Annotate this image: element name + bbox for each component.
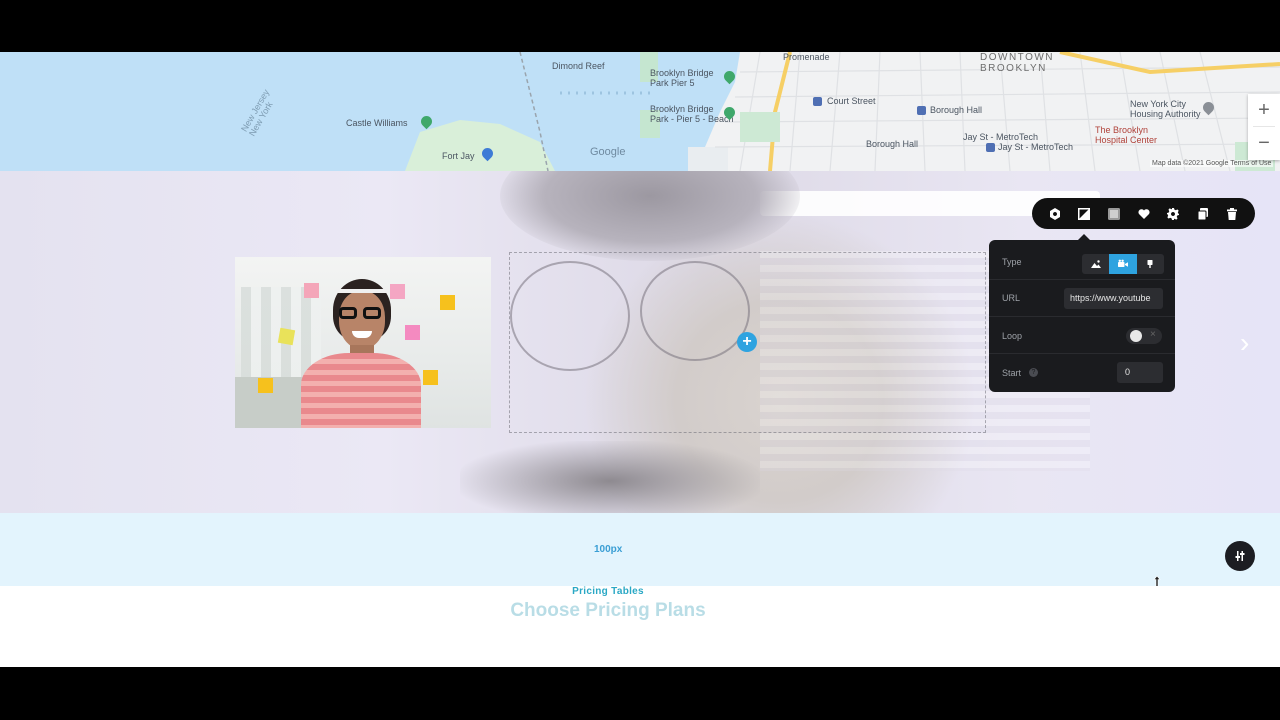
video-camera-icon — [1118, 259, 1128, 269]
map-label-jay-st: Jay St - MetroTech — [963, 132, 1038, 142]
letterbox-top — [0, 0, 1280, 52]
background-icon — [1078, 208, 1090, 220]
pricing-eyebrow: Pricing Tables — [0, 586, 1216, 597]
map-label-castle-williams: Castle Williams — [346, 118, 408, 128]
map-label-pier5-beach: Brooklyn Bridge Park - Pier 5 - Beach — [650, 104, 734, 124]
map-label-court-street: Court Street — [827, 96, 876, 106]
panel-row-start: Start ? 0 — [989, 354, 1175, 391]
spacer-section[interactable]: 100px — [0, 513, 1280, 586]
woman-headband — [335, 289, 389, 293]
element-toolbar — [1032, 198, 1255, 229]
color-bucket-icon — [1145, 259, 1155, 269]
toolbar-background-button[interactable] — [1070, 198, 1100, 229]
map-label-borough-hall: Borough Hall — [930, 105, 982, 115]
type-selector — [1082, 254, 1164, 274]
map-embed[interactable]: DOWNTOWN BROOKLYN Dimond Reef Brooklyn B… — [0, 52, 1280, 171]
trash-icon — [1226, 208, 1238, 220]
panel-row-url: URL https://www.youtube — [989, 280, 1175, 317]
toolbar-delete-button[interactable] — [1217, 198, 1247, 229]
loop-label: Loop — [1002, 331, 1022, 341]
square-icon — [1108, 208, 1120, 220]
start-time-input[interactable]: 0 — [1117, 362, 1163, 383]
glasses-lens — [339, 307, 357, 319]
sticky-note — [278, 328, 295, 345]
glasses-lens — [363, 307, 381, 319]
map-label-nyc-housing: New York City Housing Authority — [1130, 99, 1201, 119]
panel-row-type: Type — [989, 243, 1175, 280]
image-icon — [1091, 259, 1101, 269]
panel-row-loop: Loop × — [989, 317, 1175, 354]
sticky-note — [405, 325, 420, 340]
woman-shirt — [301, 353, 421, 428]
zoom-in-button[interactable]: + — [1248, 94, 1280, 126]
toggle-off-icon: × — [1150, 329, 1156, 340]
sliders-icon — [1234, 550, 1246, 562]
type-option-video[interactable] — [1109, 254, 1136, 274]
pricing-title: Choose Pricing Plans — [0, 600, 1216, 622]
map-label-borough-hall-2: Borough Hall — [866, 139, 918, 149]
map-label-dimond-reef: Dimond Reef — [552, 61, 605, 71]
loop-toggle[interactable]: × — [1126, 328, 1162, 344]
add-element-button[interactable]: + — [737, 332, 757, 352]
toolbar-gear-button[interactable] — [1158, 198, 1188, 229]
map-label-pier5: Brooklyn Bridge Park Pier 5 — [650, 68, 714, 88]
toolbar-border-button[interactable] — [1099, 198, 1129, 229]
url-label: URL — [1002, 293, 1020, 303]
map-canvas — [0, 52, 1280, 171]
section-options-button[interactable] — [1225, 541, 1255, 571]
subway-icon — [986, 143, 995, 152]
woman-photo[interactable] — [235, 257, 491, 428]
heart-icon — [1138, 208, 1150, 220]
woman-face — [339, 291, 385, 349]
sticky-note — [423, 370, 438, 385]
map-label-fort-jay: Fort Jay — [442, 151, 475, 161]
sticky-note — [304, 283, 319, 298]
toolbar-favorite-button[interactable] — [1129, 198, 1159, 229]
map-zoom-controls: + − — [1248, 94, 1280, 160]
map-credits[interactable]: Map data ©2021 Google Terms of Use — [1150, 160, 1273, 167]
sticky-note — [390, 284, 405, 299]
map-label-downtown-brooklyn: DOWNTOWN BROOKLYN — [980, 52, 1054, 74]
background-settings-panel: Type URL https://www.youtube Loop × Star… — [989, 240, 1175, 392]
sticky-note — [258, 378, 273, 393]
toolbar-settings-button[interactable] — [1040, 198, 1070, 229]
slider-next-arrow[interactable]: › — [1240, 329, 1249, 357]
toggle-knob — [1130, 330, 1142, 342]
duplicate-icon — [1197, 208, 1209, 220]
gear-icon — [1167, 208, 1179, 220]
map-label-jay-st-2: Jay St - MetroTech — [998, 142, 1073, 152]
hero-bg-shirt — [460, 441, 760, 513]
type-label: Type — [1002, 257, 1022, 267]
pricing-section: Pricing Tables Choose Pricing Plans — [0, 586, 1280, 667]
letterbox-bottom — [0, 667, 1280, 720]
spacer-height-label: 100px — [594, 544, 622, 555]
subway-icon — [813, 97, 822, 106]
hexagon-icon — [1049, 208, 1061, 220]
help-icon[interactable]: ? — [1029, 368, 1038, 377]
type-option-image[interactable] — [1082, 254, 1109, 274]
map-label-promenade: Promenade — [783, 52, 830, 62]
type-option-color[interactable] — [1137, 254, 1164, 274]
sticky-note — [440, 295, 455, 310]
map-label-brooklyn-hospital: The Brooklyn Hospital Center — [1095, 125, 1157, 145]
video-url-input[interactable]: https://www.youtube — [1064, 288, 1163, 309]
start-label: Start — [1002, 368, 1021, 378]
zoom-out-button[interactable]: − — [1248, 127, 1280, 159]
subway-icon — [917, 106, 926, 115]
toolbar-duplicate-button[interactable] — [1188, 198, 1218, 229]
google-logo: Google — [590, 146, 625, 158]
